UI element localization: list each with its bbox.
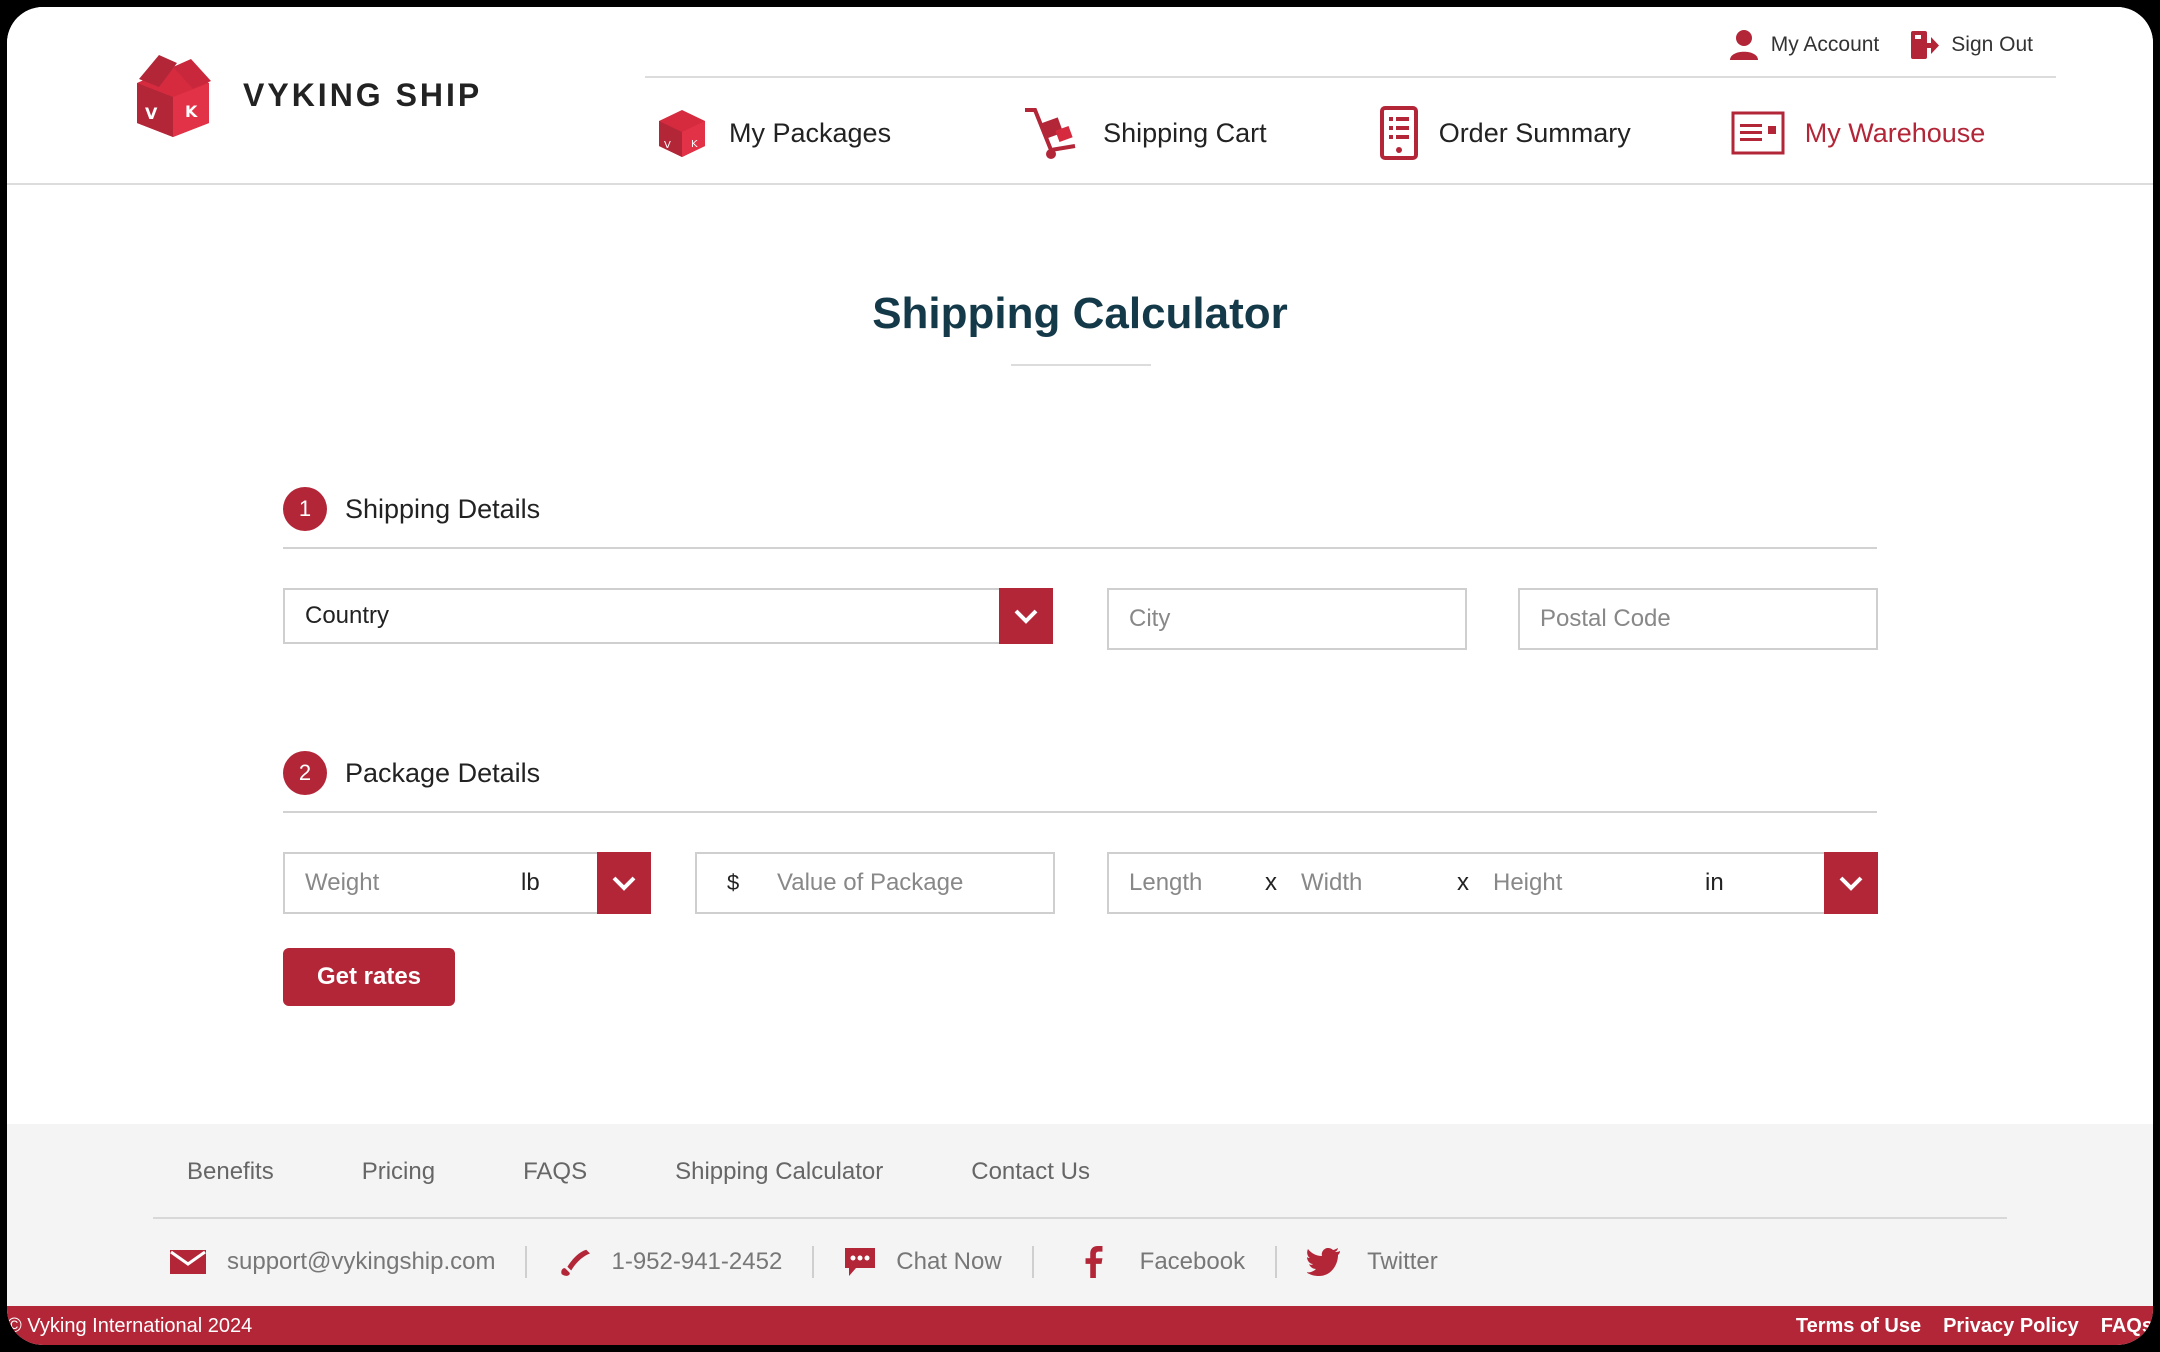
city-input[interactable]: City — [1107, 588, 1467, 650]
country-dropdown-button[interactable] — [999, 588, 1053, 644]
contact-phone-label: 1-952-941-2452 — [611, 1248, 783, 1275]
hand-truck-icon — [1025, 108, 1076, 159]
mail-icon — [170, 1250, 206, 1274]
phone-icon — [561, 1249, 591, 1276]
weight-unit-dropdown-button[interactable] — [597, 852, 651, 914]
package-value-input[interactable]: $ Value of Package — [695, 852, 1055, 914]
site-header: V K VYKING SHIP My Account Sign Out V K … — [7, 7, 2153, 185]
svg-text:K: K — [185, 102, 198, 121]
package-details-divider — [283, 811, 1877, 813]
postal-code-placeholder: Postal Code — [1540, 605, 1671, 632]
legal-link-privacy[interactable]: Privacy Policy — [1943, 1315, 2079, 1338]
twitter-icon — [1307, 1248, 1341, 1276]
title-underline — [1011, 364, 1151, 366]
main-nav: V K My Packages Shipping Cart Order Summ… — [655, 105, 1985, 161]
sign-out-link[interactable]: Sign Out — [1909, 29, 2033, 61]
step-number-2: 2 — [283, 751, 327, 795]
dimension-unit: in — [1705, 869, 1724, 896]
brand-logo[interactable]: V K VYKING SHIP — [133, 53, 482, 137]
package-details-label: Package Details — [345, 757, 541, 788]
weight-placeholder: Weight — [305, 869, 380, 896]
weight-input[interactable]: Weight lb — [283, 852, 651, 914]
legal-links: Terms of Use Privacy Policy FAQs — [1796, 1315, 2153, 1338]
nav-my-packages[interactable]: V K My Packages — [655, 106, 891, 160]
contact-chat[interactable]: Chat Now — [844, 1246, 1002, 1278]
shipping-details-header: 1 Shipping Details — [283, 487, 540, 531]
contact-separator — [1275, 1246, 1278, 1278]
contact-email-label: support@vykingship.com — [227, 1248, 496, 1275]
legal-link-faqs[interactable]: FAQs — [2101, 1315, 2153, 1338]
nav-divider — [645, 76, 2056, 78]
contact-phone[interactable]: 1-952-941-2452 — [557, 1246, 782, 1278]
user-icon — [1729, 30, 1758, 60]
contact-separator — [1031, 1246, 1034, 1278]
nav-shipping-cart[interactable]: Shipping Cart — [1023, 106, 1267, 160]
svg-text:V: V — [664, 140, 671, 151]
my-account-link[interactable]: My Account — [1729, 29, 1880, 61]
brand-name: VYKING SHIP — [243, 76, 483, 113]
order-list-icon — [1379, 106, 1418, 160]
contact-separator — [812, 1246, 815, 1278]
dimension-separator: x — [1265, 869, 1277, 896]
copyright-text: © Vyking International 2024 — [7, 1315, 253, 1337]
contact-facebook-label: Facebook — [1139, 1248, 1246, 1275]
account-bar: My Account Sign Out — [1729, 29, 2033, 61]
footer-link-shipping-calculator[interactable]: Shipping Calculator — [675, 1158, 883, 1186]
nav-shipping-cart-label: Shipping Cart — [1103, 117, 1267, 148]
contact-row: support@vykingship.com 1-952-941-2452 Ch… — [169, 1242, 1438, 1282]
package-icon: V K — [659, 110, 705, 157]
width-input[interactable]: Width — [1301, 869, 1362, 897]
chevron-down-icon — [1014, 609, 1038, 624]
dimension-unit-dropdown-button[interactable] — [1824, 852, 1878, 914]
city-placeholder: City — [1129, 605, 1171, 632]
vk-box-logo-icon: V K — [137, 55, 211, 137]
contact-twitter[interactable]: Twitter — [1307, 1246, 1438, 1278]
nav-my-warehouse[interactable]: My Warehouse — [1731, 111, 1986, 155]
site-footer: Benefits Pricing FAQS Shipping Calculato… — [7, 1124, 2153, 1306]
facebook-icon — [1085, 1246, 1103, 1278]
chat-icon — [845, 1248, 876, 1276]
svg-text:K: K — [691, 139, 698, 150]
nav-my-packages-label: My Packages — [729, 117, 892, 148]
contact-facebook[interactable]: Facebook — [1064, 1246, 1245, 1278]
nav-order-summary[interactable]: Order Summary — [1379, 106, 1631, 160]
currency-symbol: $ — [727, 870, 740, 895]
my-account-label: My Account — [1770, 33, 1880, 56]
footer-link-contact-us[interactable]: Contact Us — [971, 1158, 1090, 1186]
contact-separator — [525, 1246, 528, 1278]
height-input[interactable]: Height — [1493, 869, 1562, 897]
footer-divider — [153, 1217, 2007, 1219]
nav-my-warehouse-label: My Warehouse — [1804, 117, 1986, 148]
shipping-details-divider — [283, 547, 1877, 549]
country-select[interactable]: Country — [283, 588, 1053, 644]
app-window: V K VYKING SHIP My Account Sign Out V K … — [7, 7, 2153, 1345]
legal-link-terms[interactable]: Terms of Use — [1796, 1315, 1921, 1338]
get-rates-button[interactable]: Get rates — [283, 948, 455, 1006]
contact-email[interactable]: support@vykingship.com — [169, 1248, 495, 1276]
footer-link-benefits[interactable]: Benefits — [187, 1158, 274, 1186]
dimensions-input-group: Length x Width x Height in — [1107, 852, 1878, 914]
package-details-header: 2 Package Details — [283, 751, 540, 795]
postal-code-input[interactable]: Postal Code — [1518, 588, 1878, 650]
footer-links: Benefits Pricing FAQS Shipping Calculato… — [187, 1158, 1178, 1186]
page-title: Shipping Calculator — [872, 289, 1288, 338]
shipping-details-label: Shipping Details — [345, 493, 541, 524]
chevron-down-icon — [612, 876, 636, 891]
dimension-separator: x — [1457, 869, 1469, 896]
nav-order-summary-label: Order Summary — [1438, 117, 1631, 148]
length-input[interactable]: Length — [1109, 869, 1202, 897]
warehouse-icon — [1731, 111, 1785, 155]
contact-twitter-label: Twitter — [1367, 1248, 1438, 1275]
legal-bar: © Vyking International 2024 Terms of Use… — [7, 1306, 2153, 1345]
sign-out-label: Sign Out — [1951, 33, 2033, 56]
step-number-1: 1 — [283, 487, 327, 531]
footer-link-pricing[interactable]: Pricing — [362, 1158, 435, 1186]
chevron-down-icon — [1839, 876, 1863, 891]
footer-link-faqs[interactable]: FAQS — [523, 1158, 587, 1186]
svg-text:V: V — [145, 104, 158, 123]
weight-unit: lb — [521, 869, 540, 896]
sign-out-icon — [1911, 31, 1940, 59]
contact-chat-label: Chat Now — [896, 1248, 1002, 1275]
country-select-value: Country — [305, 602, 390, 629]
